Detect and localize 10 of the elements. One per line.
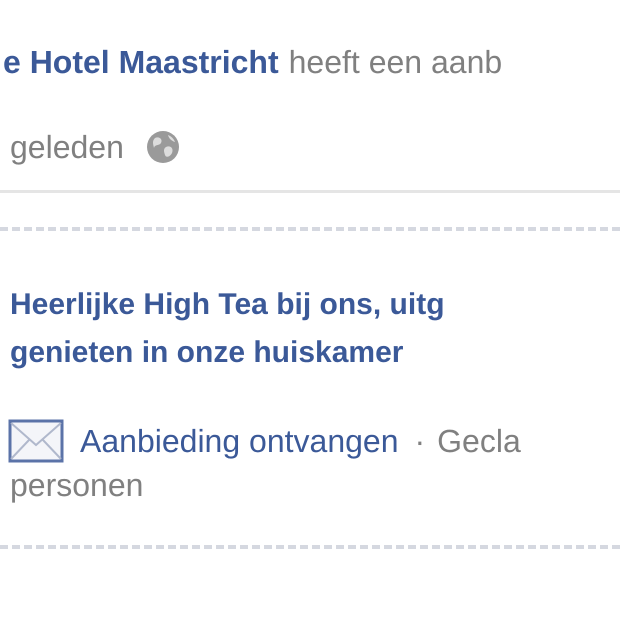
offer-title-link[interactable]: genieten in onze huiskamer [10, 329, 620, 377]
page-name-link[interactable]: e Hotel Maastricht [3, 42, 279, 82]
separator-dot: · [414, 422, 426, 461]
offer-title-link[interactable]: Heerlijke High Tea bij ons, uitg [10, 281, 620, 329]
story-action-text: heeft een aanb [288, 43, 502, 82]
claimed-count-text: Gecla [437, 422, 521, 461]
claimed-count-text: personen [9, 466, 144, 505]
envelope-icon [8, 419, 64, 463]
timestamp-text: geleden [10, 128, 124, 167]
claim-offer-link[interactable]: Aanbieding ontvangen [80, 419, 398, 463]
